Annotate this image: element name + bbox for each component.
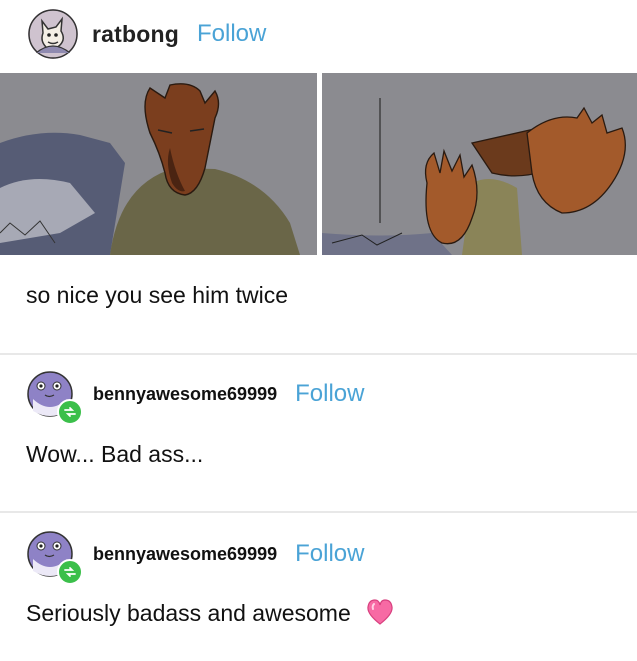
reblog-header: bennyawesome69999 Follow xyxy=(27,531,364,585)
avatar[interactable] xyxy=(27,371,83,425)
follow-button[interactable]: Follow xyxy=(197,20,266,48)
avatar[interactable] xyxy=(28,9,78,59)
post-username[interactable]: ratbong xyxy=(92,21,179,48)
photoset xyxy=(0,73,637,255)
divider xyxy=(0,353,637,355)
reblog-username[interactable]: bennyawesome69999 xyxy=(93,544,277,565)
reblog-header: bennyawesome69999 Follow xyxy=(27,371,364,425)
follow-button[interactable]: Follow xyxy=(295,540,364,568)
post-caption: so nice you see him twice xyxy=(26,282,289,308)
reblog-icon xyxy=(57,559,83,585)
photo-right[interactable] xyxy=(322,73,637,255)
divider xyxy=(0,511,637,513)
reblog-text-container: Seriously badass and awesome xyxy=(26,598,395,632)
reblog-text: Wow... Bad ass... xyxy=(26,441,204,467)
reblog-username[interactable]: bennyawesome69999 xyxy=(93,384,277,405)
photo-left[interactable] xyxy=(0,73,317,255)
post-header: ratbong Follow xyxy=(28,6,266,62)
avatar[interactable] xyxy=(27,531,83,585)
heart-emoji-icon xyxy=(365,598,395,632)
follow-button[interactable]: Follow xyxy=(295,380,364,408)
reblog-icon xyxy=(57,399,83,425)
reblog-text: Seriously badass and awesome xyxy=(26,600,351,627)
